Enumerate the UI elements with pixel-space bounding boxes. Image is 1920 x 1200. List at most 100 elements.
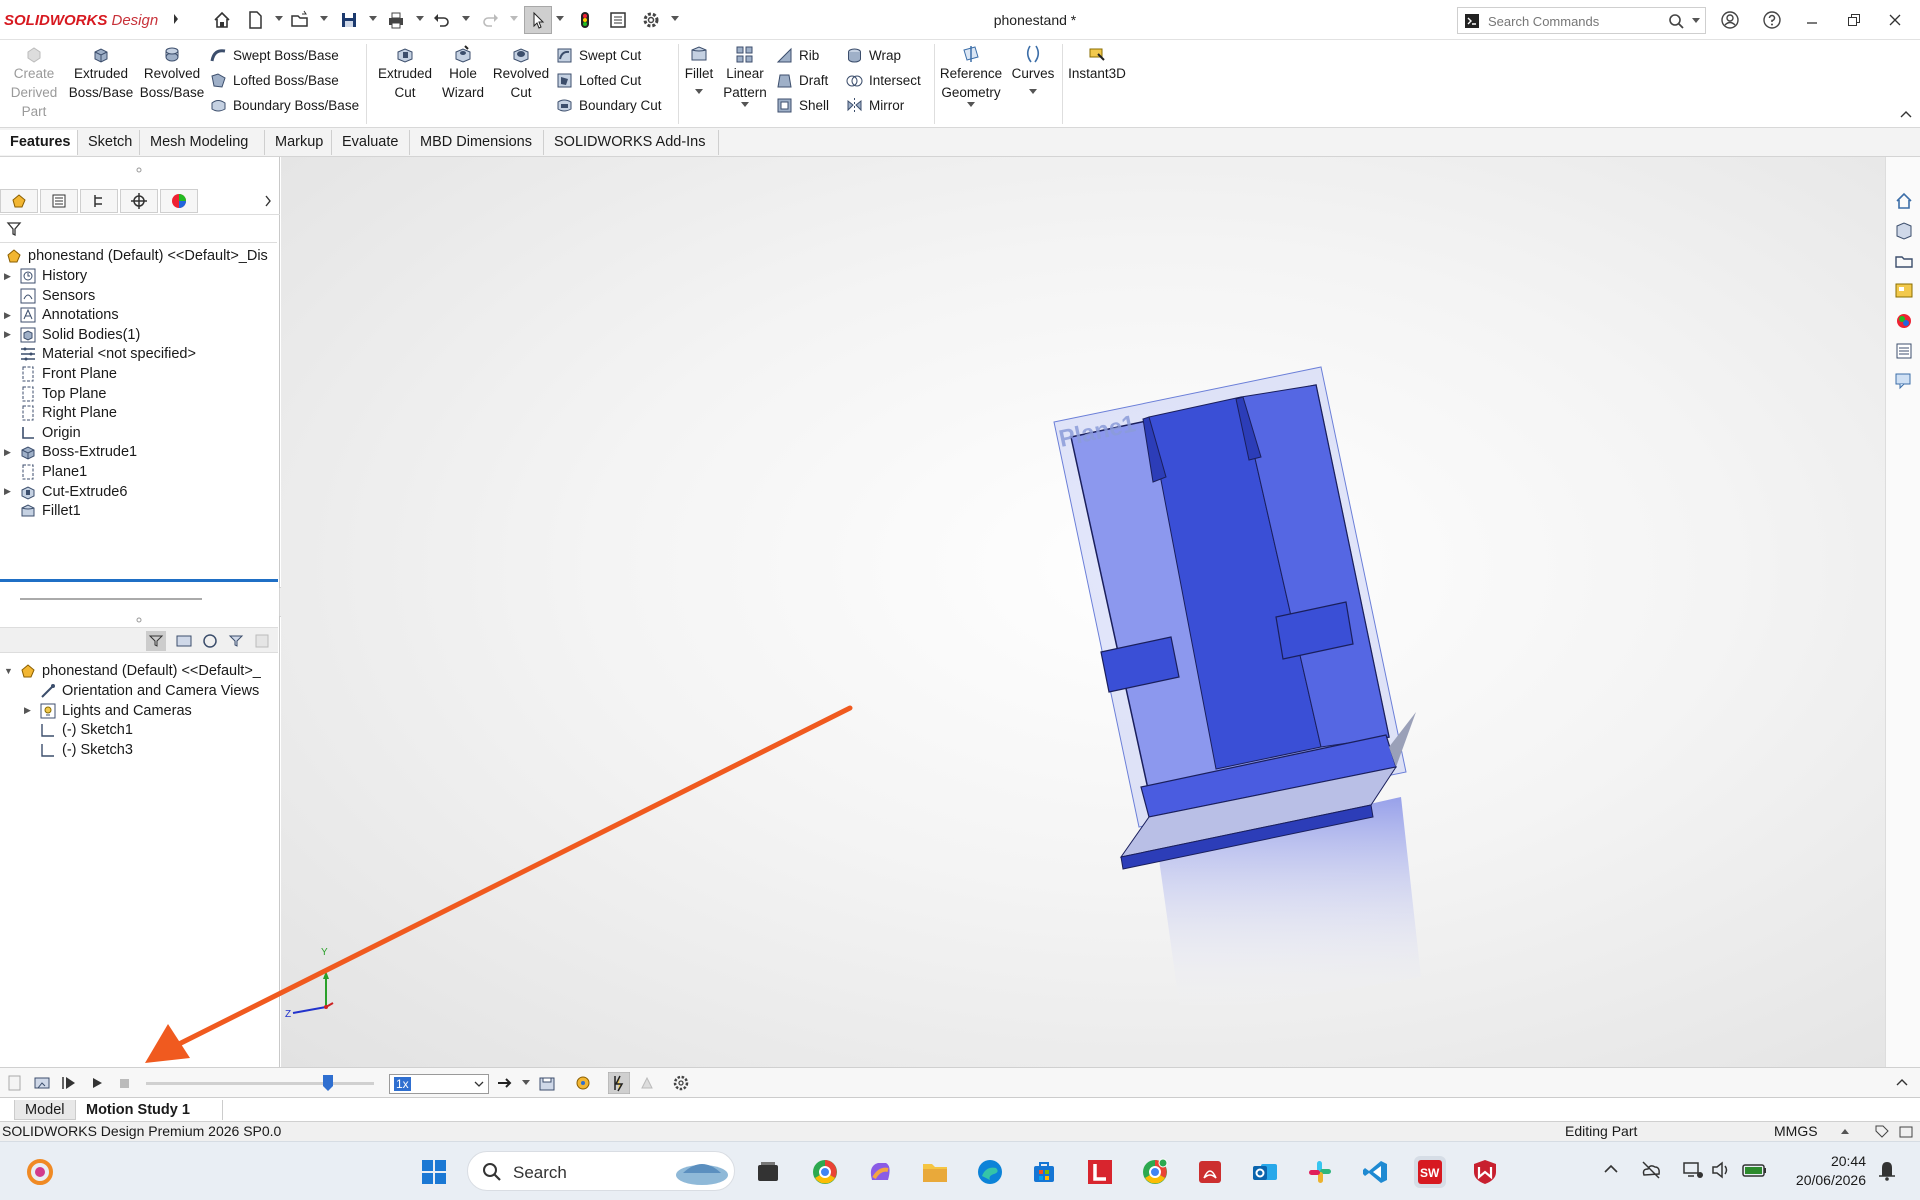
property-manager-tab[interactable] [40, 189, 78, 213]
configuration-manager-tab[interactable] [80, 189, 118, 213]
swept-cut-button[interactable]: Swept Cut [556, 44, 641, 66]
design-library-icon[interactable] [1894, 221, 1914, 241]
panel-grip-icon[interactable] [136, 617, 142, 623]
select-dropdown-icon[interactable] [556, 16, 564, 22]
menu-expand-icon[interactable] [172, 12, 180, 26]
battery-icon[interactable] [1742, 1161, 1768, 1179]
playback-speed-select[interactable]: 1x [389, 1074, 489, 1094]
boundary-cut-button[interactable]: Boundary Cut [556, 94, 662, 116]
solidworks-resources-icon[interactable] [1894, 191, 1914, 211]
options-icon[interactable] [639, 8, 663, 32]
play-icon[interactable] [88, 1074, 106, 1092]
expand-icon[interactable]: ▶ [4, 310, 18, 321]
feature-tree-root[interactable]: phonestand (Default) <<Default>_Dis [4, 245, 268, 267]
pdf-reader-icon[interactable] [1194, 1156, 1226, 1188]
fillet-dropdown-icon[interactable] [695, 89, 703, 95]
save-animation-icon[interactable] [538, 1074, 556, 1092]
rebuild-icon[interactable] [573, 8, 597, 32]
tab-features[interactable]: Features [0, 130, 78, 155]
display-manager-tab[interactable] [160, 189, 198, 213]
motion-tree-root[interactable]: ▼ phonestand (Default) <<Default>_ [4, 660, 261, 682]
undo-dropdown-icon[interactable] [462, 16, 470, 22]
chrome-profile-icon[interactable] [809, 1156, 841, 1188]
playback-mode-dropdown-icon[interactable] [522, 1080, 530, 1086]
feature-tree-item[interactable]: Fillet1 [4, 500, 81, 522]
solidworks-logo[interactable]: SOLIDWORKS Design [4, 12, 158, 29]
forum-icon[interactable] [1894, 371, 1914, 391]
rib-button[interactable]: Rib [776, 44, 819, 66]
fillet-button[interactable]: Fillet [682, 44, 716, 95]
file-properties-icon[interactable] [606, 8, 630, 32]
search-commands-field[interactable]: Search Commands [1457, 7, 1706, 34]
expand-icon[interactable]: ▶ [24, 705, 38, 716]
swept-boss-button[interactable]: Swept Boss/Base [210, 44, 339, 66]
copilot-icon[interactable] [864, 1156, 896, 1188]
expand-icon[interactable]: ▶ [4, 329, 18, 340]
collapse-icon[interactable]: ▼ [4, 666, 18, 676]
status-bar-help-icon[interactable] [1898, 1124, 1914, 1140]
cloud-sync-off-icon[interactable] [1640, 1159, 1662, 1181]
taskbar-search-box[interactable]: Search [467, 1151, 735, 1191]
unit-system[interactable]: MMGS [1774, 1122, 1818, 1141]
draft-button[interactable]: Draft [776, 69, 828, 91]
boundary-boss-button[interactable]: Boundary Boss/Base [210, 94, 359, 116]
search-dropdown-icon[interactable] [1692, 18, 1700, 24]
mirror-button[interactable]: Mirror [846, 94, 904, 116]
undo-icon[interactable] [430, 8, 454, 32]
motion-tree-item[interactable]: (-) Sketch3 [24, 739, 133, 761]
print-icon[interactable] [384, 8, 408, 32]
model-canvas[interactable]: Plane1 Y Z [281, 157, 1885, 1067]
notifications-icon[interactable] [1874, 1157, 1900, 1183]
curves-dropdown-icon[interactable] [1029, 89, 1037, 95]
tab-solidworks-addins[interactable]: SOLIDWORKS Add-Ins [544, 130, 719, 155]
select-icon[interactable] [524, 6, 552, 34]
instant3d-button[interactable]: Instant3D [1066, 44, 1128, 83]
lofted-cut-button[interactable]: Lofted Cut [556, 69, 641, 91]
vscode-icon[interactable] [1359, 1156, 1391, 1188]
expand-icon[interactable]: ▶ [4, 271, 18, 282]
tab-model[interactable]: Model [14, 1100, 76, 1120]
panel-scroll-right-icon[interactable] [264, 195, 272, 207]
revolved-boss-button[interactable]: Revolved Boss/Base [138, 44, 206, 102]
view-palette-icon[interactable] [1894, 281, 1914, 301]
save-dropdown-icon[interactable] [369, 16, 377, 22]
linear-pattern-button[interactable]: Linear Pattern [720, 44, 770, 108]
appearances-icon[interactable] [1894, 311, 1914, 331]
custom-properties-icon[interactable] [1894, 341, 1914, 361]
file-explorer-taskbar-icon[interactable] [919, 1156, 951, 1188]
task-view-icon[interactable] [752, 1156, 784, 1188]
microsoft-store-icon[interactable] [1028, 1156, 1060, 1188]
edge-icon[interactable] [974, 1156, 1006, 1188]
open-dropdown-icon[interactable] [320, 16, 328, 22]
show-hidden-icons-icon[interactable] [1604, 1164, 1618, 1174]
motion-filter-icon[interactable] [146, 631, 166, 651]
new-document-icon[interactable] [243, 8, 267, 32]
motion-filter-driving-icon[interactable] [200, 631, 220, 651]
rollback-bar[interactable] [0, 579, 278, 582]
file-explorer-icon[interactable] [1894, 251, 1914, 271]
panel-splitter[interactable] [20, 598, 202, 600]
playback-slider[interactable] [146, 1075, 374, 1091]
shell-button[interactable]: Shell [776, 94, 829, 116]
minimize-icon[interactable] [1800, 8, 1824, 32]
tab-mesh-modeling[interactable]: Mesh Modeling [140, 130, 265, 155]
unit-system-dropdown-icon[interactable] [1841, 1129, 1849, 1135]
motion-study-properties-icon[interactable] [672, 1074, 690, 1092]
save-icon[interactable] [337, 8, 361, 32]
intersect-button[interactable]: Intersect [846, 69, 921, 91]
playback-slider-thumb[interactable] [322, 1074, 334, 1092]
wrap-button[interactable]: Wrap [846, 44, 901, 66]
tab-evaluate[interactable]: Evaluate [332, 130, 410, 155]
tab-markup[interactable]: Markup [265, 130, 332, 155]
system-clock[interactable]: 20:44 20/06/2026 [1784, 1152, 1866, 1190]
restore-icon[interactable] [1842, 8, 1866, 32]
animation-wizard-icon[interactable] [33, 1074, 51, 1092]
revolved-cut-button[interactable]: Revolved Cut [490, 44, 552, 102]
autokey-icon[interactable] [574, 1074, 592, 1092]
dimxpert-manager-tab[interactable] [120, 189, 158, 213]
panel-grip-icon[interactable] [136, 167, 142, 173]
network-icon[interactable] [1682, 1159, 1704, 1181]
linear-pattern-dropdown-icon[interactable] [741, 102, 749, 108]
windows-start-icon[interactable] [418, 1156, 450, 1188]
mcafee-icon[interactable] [1469, 1156, 1501, 1188]
